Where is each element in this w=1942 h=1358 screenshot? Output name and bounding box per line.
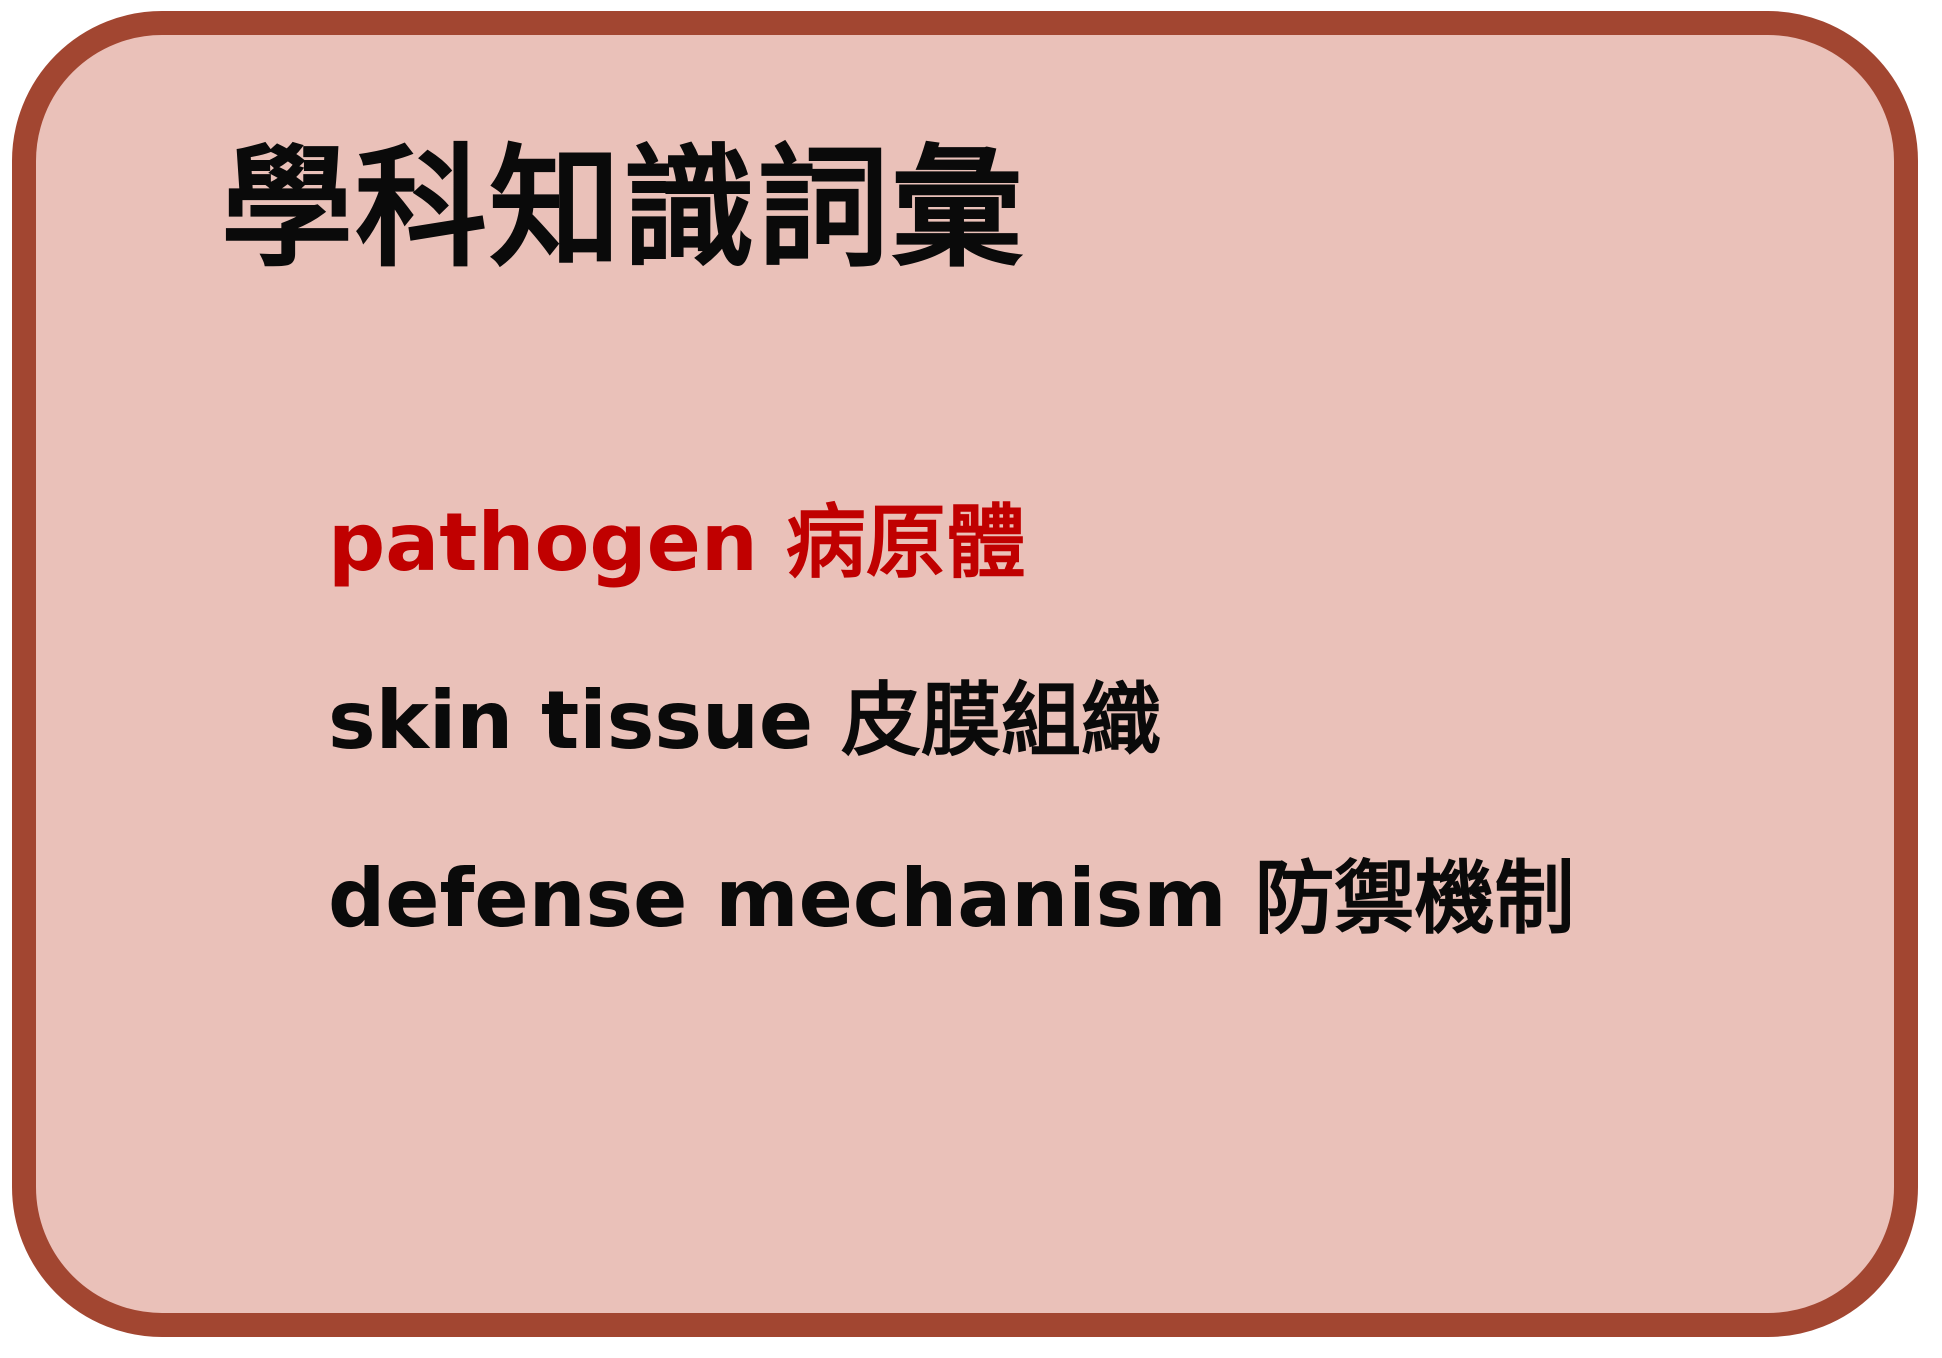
card-title: 學科知識詞彙 [221, 132, 1025, 286]
vocabulary-item-pathogen: pathogen 病原體 [328, 496, 1026, 589]
vocabulary-item-skin-tissue: skin tissue 皮膜組織 [328, 674, 1162, 767]
vocabulary-list: pathogen 病原體 skin tissue 皮膜組織 defense me… [328, 503, 1574, 1037]
vocabulary-card: 學科知識詞彙 pathogen 病原體 skin tissue 皮膜組織 def… [12, 11, 1918, 1337]
vocabulary-item-defense-mechanism: defense mechanism 防禦機制 [328, 852, 1575, 945]
